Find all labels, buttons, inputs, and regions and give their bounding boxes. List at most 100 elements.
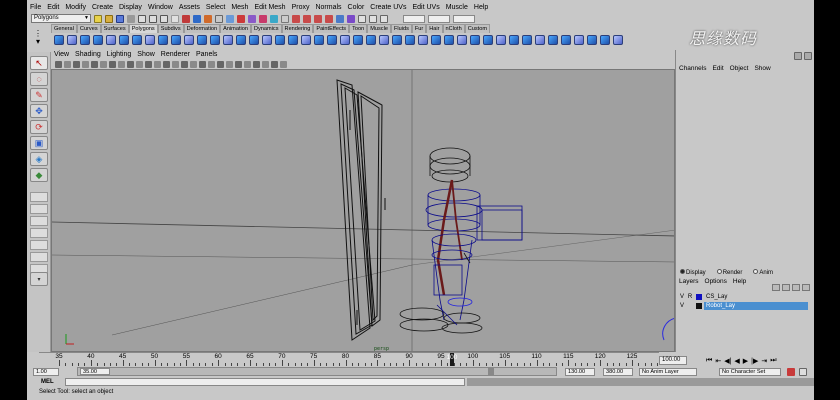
layer-visibility-toggle[interactable]: V <box>678 302 686 310</box>
playback-end-field[interactable]: 130.00 <box>565 367 595 376</box>
shelf-tab-muscle[interactable]: Muscle <box>367 24 391 33</box>
panel-menu-lighting[interactable]: Lighting <box>104 50 135 59</box>
soften-edge-icon[interactable] <box>600 35 610 45</box>
isolate-select-icon[interactable] <box>235 60 242 68</box>
panel-menu-shading[interactable]: Shading <box>72 50 104 59</box>
snap-point-icon[interactable] <box>314 14 322 23</box>
highlight-selection-icon[interactable] <box>281 14 289 23</box>
shadows-icon[interactable] <box>199 60 206 68</box>
textured-icon[interactable] <box>181 60 188 68</box>
menu-edit-uvs[interactable]: Edit UVs <box>409 3 442 13</box>
snap-curve-icon[interactable] <box>303 14 311 23</box>
menu-set-selector[interactable]: Polygons ▼ <box>31 14 91 23</box>
channel-box-toggle-icon[interactable] <box>794 52 802 60</box>
uv-editor-icon[interactable] <box>470 35 480 45</box>
shelf-tab-custom[interactable]: Custom <box>464 24 490 33</box>
combine-icon[interactable] <box>210 35 220 45</box>
image-plane-icon[interactable] <box>82 60 89 68</box>
command-language-label[interactable]: MEL <box>27 379 65 385</box>
smooth-shade-icon[interactable] <box>163 60 170 68</box>
anti-alias-icon[interactable] <box>271 60 278 68</box>
layout-menu-icon[interactable]: ▾ <box>30 272 48 286</box>
new-layer-selected-icon[interactable] <box>802 284 810 291</box>
menu-window[interactable]: Window <box>145 3 176 13</box>
shelf-tab-general[interactable]: General <box>51 24 77 33</box>
default-material-icon[interactable] <box>172 60 179 68</box>
rotate-tool-icon[interactable]: ⟳ <box>30 120 48 134</box>
go-to-end-icon[interactable]: ⏭ <box>770 357 776 365</box>
hq-render-icon[interactable] <box>244 60 251 68</box>
manipulator-tool-icon[interactable]: ◈ <box>30 152 48 166</box>
bevel-icon[interactable] <box>366 35 376 45</box>
shelf-tab-rendering[interactable]: Rendering <box>281 24 314 33</box>
layer-visibility-toggle[interactable]: V <box>678 293 686 301</box>
poly-torus-icon[interactable] <box>119 35 129 45</box>
select-component-icon[interactable] <box>160 14 168 23</box>
select-surface-icon[interactable] <box>215 14 223 23</box>
panel-menu-show[interactable]: Show <box>134 50 158 59</box>
xray-icon[interactable] <box>208 60 215 68</box>
panel-menu-panels[interactable]: Panels <box>193 50 220 59</box>
new-layer-icon[interactable] <box>792 284 800 291</box>
safe-action-icon[interactable] <box>136 60 143 68</box>
menu-proxy[interactable]: Proxy <box>289 3 313 13</box>
scale-tool-icon[interactable]: ▣ <box>30 136 48 150</box>
auto-key-icon[interactable] <box>787 368 795 376</box>
chamfer-icon[interactable] <box>431 35 441 45</box>
shelf-tab-toon[interactable]: Toon <box>349 24 368 33</box>
field-chart-icon[interactable] <box>127 60 134 68</box>
menu-edit[interactable]: Edit <box>44 3 62 13</box>
select-handle-icon[interactable] <box>182 14 190 23</box>
shelf-tab-surfaces[interactable]: Surfaces <box>100 24 129 33</box>
spherical-map-icon[interactable] <box>509 35 519 45</box>
move-tool-icon[interactable]: ✥ <box>30 104 48 118</box>
select-hierarchy-icon[interactable] <box>138 14 146 23</box>
range-slider-track[interactable]: 35.00 <box>77 367 557 376</box>
layer-row[interactable]: V Robot_Lay <box>678 302 808 310</box>
shelf-tab-subdivs[interactable]: Subdivs <box>157 24 184 33</box>
layer-mode-anim[interactable]: Anim <box>753 268 773 276</box>
shelf-tab-animation[interactable]: Animation <box>220 24 251 33</box>
step-forward-key-icon[interactable]: ⇥ <box>761 357 767 365</box>
safe-title-icon[interactable] <box>145 60 152 68</box>
channel-menu-edit[interactable]: Edit <box>709 64 726 73</box>
layer-move-down-icon[interactable] <box>782 284 790 291</box>
outliner-layout-icon[interactable] <box>30 228 48 238</box>
unfold-icon[interactable] <box>561 35 571 45</box>
mask-icon[interactable] <box>171 14 179 23</box>
separate-icon[interactable] <box>223 35 233 45</box>
select-deformer-icon[interactable] <box>226 14 234 23</box>
single-pane-layout-icon[interactable] <box>30 192 48 202</box>
time-slider[interactable]: 35 40 45 50 55 60 65 70 75 80 85 90 95 100 105 110 115 12… <box>39 352 659 366</box>
poly-soccerball-icon[interactable] <box>184 35 194 45</box>
menu-select[interactable]: Select <box>203 3 228 13</box>
select-dynamics-icon[interactable] <box>237 14 245 23</box>
shelf-menu-icon[interactable]: ⋮ ▾ <box>32 30 44 46</box>
append-icon[interactable] <box>301 35 311 45</box>
poly-platonic-icon[interactable] <box>197 35 207 45</box>
cut-uv-icon[interactable] <box>574 35 584 45</box>
menu-create-uvs[interactable]: Create UVs <box>367 3 409 13</box>
cylindrical-map-icon[interactable] <box>496 35 506 45</box>
anim-layer-select[interactable]: No Anim Layer <box>639 367 697 376</box>
film-gate-icon[interactable] <box>100 60 107 68</box>
play-backwards-icon[interactable]: ◀ <box>734 357 739 365</box>
start-time-field[interactable]: 1.00 <box>33 367 59 376</box>
current-frame-field[interactable]: 100.00 <box>659 356 687 365</box>
range-slider-handle[interactable] <box>488 368 494 375</box>
layer-mode-display[interactable]: Display <box>680 268 706 276</box>
poly-plane-icon[interactable] <box>106 35 116 45</box>
menu-muscle[interactable]: Muscle <box>443 3 471 13</box>
new-scene-icon[interactable] <box>94 14 102 23</box>
gate-mask-icon[interactable] <box>118 60 125 68</box>
lock-selection-icon[interactable] <box>270 14 278 23</box>
shelf-tab-fluids[interactable]: Fluids <box>390 24 412 33</box>
channel-menu-object[interactable]: Object <box>727 64 752 73</box>
layer-menu-layers[interactable]: Layers <box>676 277 702 286</box>
history-icon[interactable] <box>336 14 344 23</box>
shelf-tab-polygons[interactable]: Polygons <box>128 24 158 33</box>
shelf-tab-dynamics[interactable]: Dynamics <box>250 24 282 33</box>
input-field-b[interactable] <box>428 14 450 23</box>
menu-display[interactable]: Display <box>116 3 145 13</box>
shelf-tab-hair[interactable]: Hair <box>426 24 443 33</box>
